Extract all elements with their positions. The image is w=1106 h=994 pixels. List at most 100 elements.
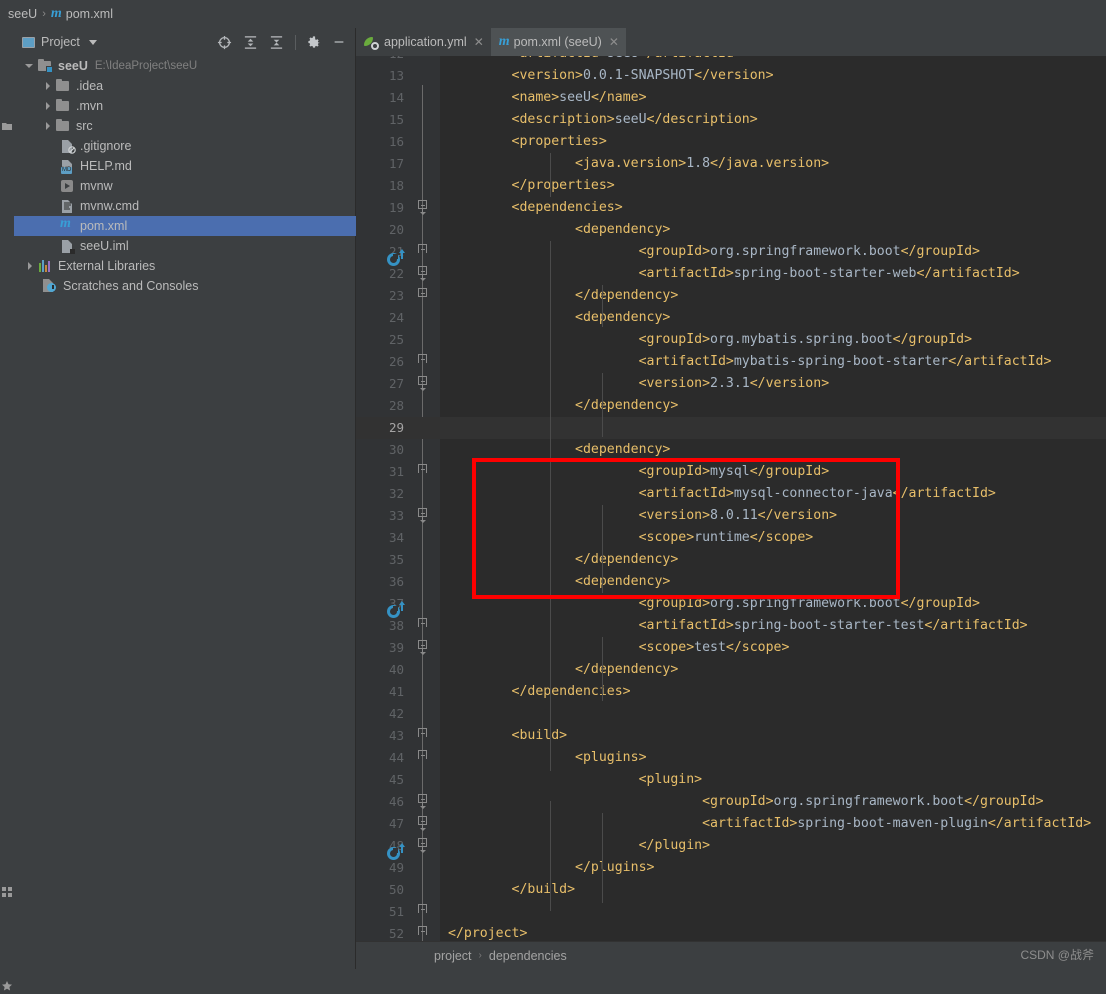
project-panel-title[interactable]: Project xyxy=(41,35,80,49)
code-lines[interactable]: 12 <artifactId>seeU</artifactId>13 <vers… xyxy=(356,56,1106,942)
maven-reimport-gutter-icon[interactable] xyxy=(387,249,405,268)
fold-marker-28[interactable] xyxy=(418,464,429,475)
breadcrumb-item-dependencies[interactable]: dependencies xyxy=(489,949,567,963)
code-line[interactable]: 47 <artifactId>spring-boot-maven-plugin<… xyxy=(356,813,1106,835)
chevron-right-icon[interactable] xyxy=(24,260,36,272)
tree-item-seeU-iml[interactable]: seeU.iml xyxy=(14,236,356,256)
tree-item-src[interactable]: src xyxy=(14,116,356,136)
collapse-all-icon[interactable] xyxy=(269,35,284,50)
fold-marker-23[interactable] xyxy=(418,354,429,365)
fold-marker-40[interactable] xyxy=(418,728,429,739)
module-folder-icon xyxy=(37,58,53,74)
code-line[interactable]: 16 <properties> xyxy=(356,131,1106,153)
code-line[interactable]: 28 </dependency> xyxy=(356,395,1106,417)
code-line[interactable]: 50 </build> xyxy=(356,879,1106,901)
code-line[interactable]: 13 <version>0.0.1-SNAPSHOT</version> xyxy=(356,65,1106,87)
fold-marker-19[interactable] xyxy=(418,266,429,281)
fold-marker-35[interactable] xyxy=(418,618,429,629)
code-line[interactable]: 35 </dependency> xyxy=(356,549,1106,571)
tab-pom-xml[interactable]: m pom.xml (seeU) ✕ xyxy=(490,28,626,56)
breadcrumb-project[interactable]: seeU xyxy=(8,7,37,21)
fold-marker-16[interactable] xyxy=(418,200,429,215)
fold-marker-49[interactable] xyxy=(418,926,429,937)
code-line[interactable]: 48 </plugin> xyxy=(356,835,1106,857)
code-line[interactable]: 26 <artifactId>mybatis-spring-boot-start… xyxy=(356,351,1106,373)
code-line[interactable]: 52 </project> xyxy=(356,923,1106,942)
fold-marker-18[interactable] xyxy=(418,244,429,255)
breadcrumb-item-project[interactable]: project xyxy=(434,949,472,963)
code-line[interactable]: 23 </dependency> xyxy=(356,285,1106,307)
fold-marker-44[interactable] xyxy=(418,816,429,831)
code-line[interactable]: 19 <dependencies> xyxy=(356,197,1106,219)
fold-marker-45[interactable] xyxy=(418,838,429,853)
project-tree[interactable]: seeU E:\IdeaProject\seeU .idea .mvn src xyxy=(14,56,356,969)
code-line[interactable]: 46 <groupId>org.springframework.boot</gr… xyxy=(356,791,1106,813)
code-line[interactable]: 45 <plugin> xyxy=(356,769,1106,791)
code-line[interactable]: 20 <dependency> xyxy=(356,219,1106,241)
tree-item-idea[interactable]: .idea xyxy=(14,76,356,96)
code-line[interactable]: 42 xyxy=(356,703,1106,725)
chevron-right-icon[interactable] xyxy=(42,100,54,112)
tree-item-external-libraries[interactable]: External Libraries xyxy=(14,256,356,276)
project-rail-icon xyxy=(2,120,12,130)
tree-item-mvnw[interactable]: mvnw xyxy=(14,176,356,196)
tree-item-gitignore[interactable]: .gitignore xyxy=(14,136,356,156)
code-line[interactable]: 14 <name>seeU</name> xyxy=(356,87,1106,109)
code-line[interactable]: 34 <scope>runtime</scope> xyxy=(356,527,1106,549)
code-line[interactable]: 33 <version>8.0.11</version> xyxy=(356,505,1106,527)
locate-icon[interactable] xyxy=(217,35,232,50)
code-line[interactable]: 32 <artifactId>mysql-connector-java</art… xyxy=(356,483,1106,505)
chevron-down-icon[interactable] xyxy=(88,39,97,45)
code-editor[interactable]: 12 <artifactId>seeU</artifactId>13 <vers… xyxy=(356,56,1106,942)
fold-marker-48[interactable] xyxy=(418,904,429,915)
indent-guide xyxy=(602,373,603,437)
maven-reimport-gutter-icon[interactable] xyxy=(387,843,405,862)
chevron-down-icon[interactable] xyxy=(24,60,36,72)
code-line[interactable]: 21 <groupId>org.springframework.boot</gr… xyxy=(356,241,1106,263)
fold-marker-41[interactable] xyxy=(418,750,429,761)
code-line[interactable]: 29 xyxy=(356,417,1106,439)
chevron-right-icon[interactable] xyxy=(42,120,54,132)
code-line[interactable]: 39 <scope>test</scope> xyxy=(356,637,1106,659)
minimize-icon[interactable] xyxy=(332,35,346,49)
code-line[interactable]: 38 <artifactId>spring-boot-starter-test<… xyxy=(356,615,1106,637)
fold-marker-24[interactable] xyxy=(418,376,429,391)
tab-application-yml[interactable]: application.yml ✕ xyxy=(356,28,491,56)
code-line[interactable]: 51 xyxy=(356,901,1106,923)
code-line[interactable]: 40 </dependency> xyxy=(356,659,1106,681)
code-line[interactable]: 37 <groupId>org.springframework.boot</gr… xyxy=(356,593,1106,615)
expand-all-icon[interactable] xyxy=(243,35,258,50)
code-line[interactable]: 41 </dependencies> xyxy=(356,681,1106,703)
close-icon[interactable]: ✕ xyxy=(609,36,619,48)
code-line[interactable]: 18 </properties> xyxy=(356,175,1106,197)
code-line[interactable]: 30 <dependency> xyxy=(356,439,1106,461)
tree-item-scratches-and-consoles[interactable]: Scratches and Consoles xyxy=(14,276,356,296)
close-icon[interactable]: ✕ xyxy=(474,36,484,48)
code-line[interactable]: 24 <dependency> xyxy=(356,307,1106,329)
tree-item-pom-xml[interactable]: m pom.xml xyxy=(14,216,356,236)
code-line[interactable]: 27 <version>2.3.1</version> xyxy=(356,373,1106,395)
breadcrumb-file[interactable]: pom.xml xyxy=(66,7,113,21)
code-line[interactable]: 31 <groupId>mysql</groupId> xyxy=(356,461,1106,483)
maven-reimport-gutter-icon[interactable] xyxy=(387,601,405,620)
fold-marker-43[interactable] xyxy=(418,794,429,809)
tree-item-seeU[interactable]: seeU E:\IdeaProject\seeU xyxy=(14,56,356,76)
code-line[interactable]: 22 <artifactId>spring-boot-starter-web</… xyxy=(356,263,1106,285)
code-line[interactable]: 49 </plugins> xyxy=(356,857,1106,879)
code-line[interactable]: 25 <groupId>org.mybatis.spring.boot</gro… xyxy=(356,329,1106,351)
tree-item-mvnw-cmd[interactable]: mvnw.cmd xyxy=(14,196,356,216)
code-line[interactable]: 12 <artifactId>seeU</artifactId> xyxy=(356,56,1106,65)
fold-marker-30[interactable] xyxy=(418,508,429,523)
tree-item-help-md[interactable]: MD HELP.md xyxy=(14,156,356,176)
fold-marker-36[interactable] xyxy=(418,640,429,655)
code-line[interactable]: 44 <plugins> xyxy=(356,747,1106,769)
code-line[interactable]: 15 <description>seeU</description> xyxy=(356,109,1106,131)
gear-icon[interactable] xyxy=(307,35,321,49)
code-line[interactable]: 36 <dependency> xyxy=(356,571,1106,593)
fold-marker-20[interactable] xyxy=(418,288,429,299)
chevron-right-icon[interactable] xyxy=(42,80,54,92)
editor-breadcrumb-bar: project › dependencies CSDN @战斧 xyxy=(356,942,1106,969)
tree-item-mvn[interactable]: .mvn xyxy=(14,96,356,116)
code-line[interactable]: 17 <java.version>1.8</java.version> xyxy=(356,153,1106,175)
code-line[interactable]: 43 <build> xyxy=(356,725,1106,747)
